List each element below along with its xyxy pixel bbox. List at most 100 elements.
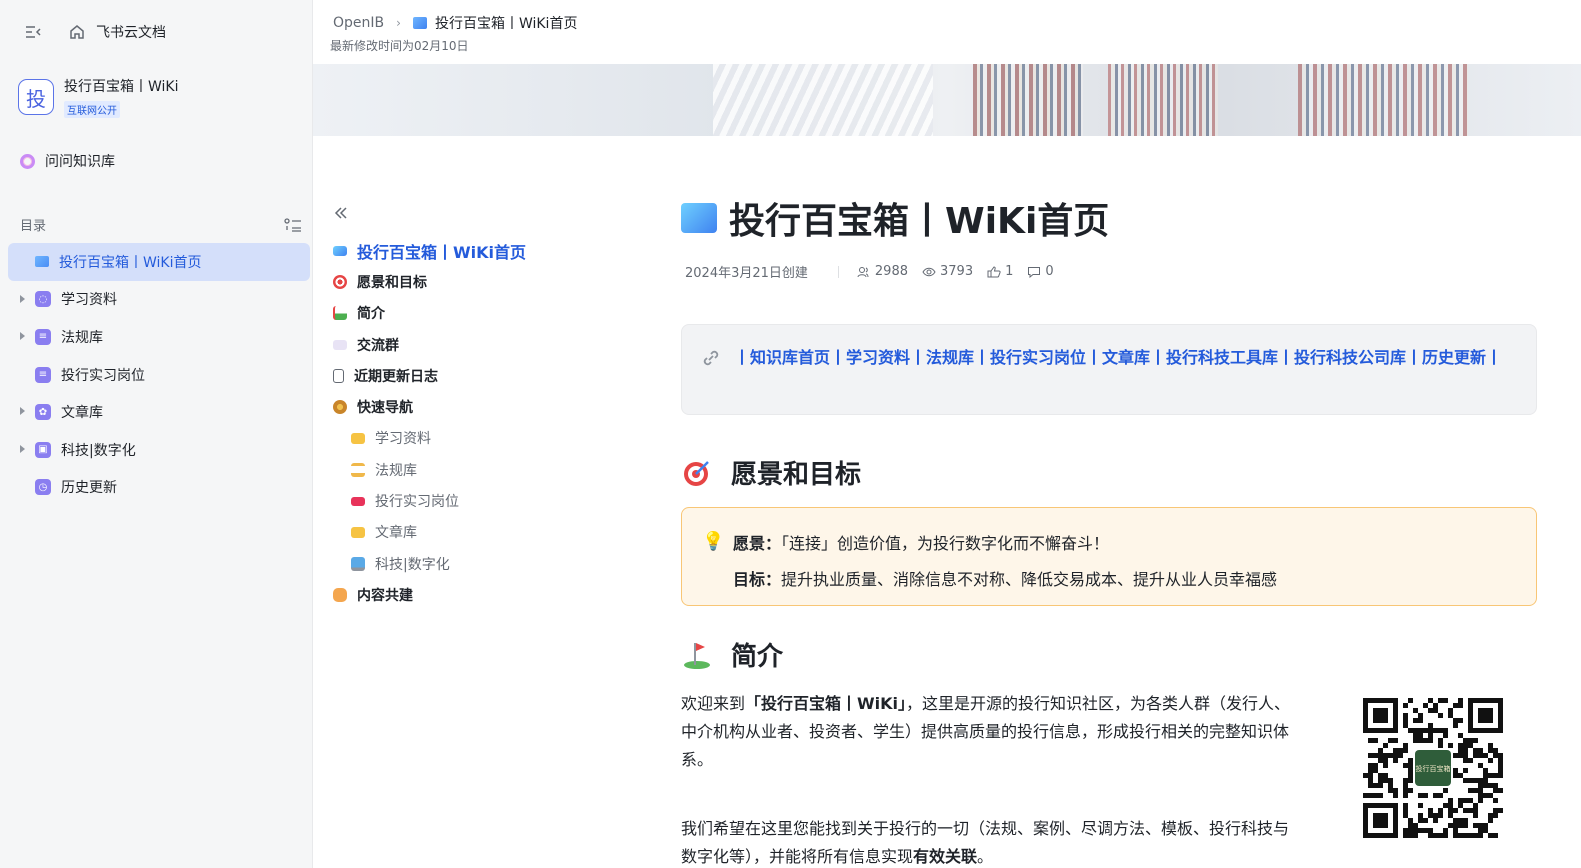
outline-label: 交流群	[357, 337, 399, 354]
document-icon: ≡	[35, 328, 51, 345]
map-icon	[412, 17, 427, 29]
sidebar-item-study[interactable]: ◌ 学习资料	[8, 281, 310, 319]
outline-item[interactable]: 近期更新日志	[333, 360, 633, 391]
views-count: 3793	[940, 264, 974, 279]
vision-callout: 💡 愿景：「连接」创造价值，为投行数字化而不懈奋斗！ 目标：提升执业质量、消除信…	[681, 507, 1537, 606]
outline-item[interactable]: 法规库	[333, 454, 633, 485]
home-icon[interactable]	[68, 23, 86, 41]
expand-arrow-icon[interactable]	[20, 332, 25, 341]
outline-item[interactable]: 投行实习岗位	[333, 485, 633, 516]
space-name: 投行百宝箱丨WiKi	[64, 79, 179, 95]
clock-icon: ◷	[35, 479, 51, 496]
sidebar-item-label: 投行实习岗位	[61, 367, 145, 384]
folder-icon	[351, 432, 365, 444]
expand-arrow-icon[interactable]	[20, 444, 25, 453]
vision-text: 「连接」创造价值，为投行数字化而不懈奋斗！	[781, 534, 1110, 553]
expand-arrow-icon[interactable]	[20, 407, 25, 416]
goal-text: 提升执业质量、消除信息不对称、降低交易成本、提升从业人员幸福感	[781, 570, 1278, 589]
sidebar-item-home[interactable]: 投行百宝箱丨WiKi首页	[8, 243, 310, 281]
vision-line: 愿景：「连接」创造价值，为投行数字化而不懈奋斗！	[733, 530, 1109, 554]
folder-icon	[351, 526, 365, 538]
outline-label: 快速导航	[357, 400, 413, 417]
space-avatar: 投	[18, 79, 54, 115]
sidebar-item-label: 学习资料	[61, 292, 117, 309]
sidebar-item-tech[interactable]: ▣ 科技|数字化	[8, 431, 310, 469]
list-view-icon[interactable]	[284, 217, 302, 233]
brand-link[interactable]: 飞书云文档	[96, 22, 166, 42]
stairs-graphic	[713, 64, 933, 136]
document-icon: ≡	[35, 366, 51, 383]
sidebar-item-label: 科技|数字化	[61, 442, 136, 459]
comment-icon	[1028, 266, 1041, 278]
likes-stat[interactable]: 1	[987, 264, 1013, 279]
qr-logo-text: 投行百宝箱	[1416, 764, 1451, 773]
page-title: 投行百宝箱丨WiKi首页	[681, 192, 1109, 244]
space-card[interactable]: 投 投行百宝箱丨WiKi 互联网公开	[18, 76, 179, 118]
last-modified: 最新修改时间为02月10日	[330, 39, 469, 53]
breadcrumb-root[interactable]: OpenIB	[333, 15, 384, 31]
space-visibility-badge: 互联网公开	[64, 101, 120, 118]
intro-text: 。	[977, 847, 994, 866]
outline-item[interactable]: 内容共建	[333, 579, 633, 610]
toc-header: 目录	[20, 215, 302, 234]
flower-icon: ✿	[35, 404, 51, 421]
compass-icon	[333, 400, 347, 415]
page-title-text: 投行百宝箱丨WiKi首页	[729, 201, 1110, 242]
outline-label: 投行实习岗位	[375, 494, 459, 511]
map-icon	[333, 245, 347, 256]
ask-knowledge-base-button[interactable]: 问问知识库	[20, 151, 115, 171]
sidebar-item-history[interactable]: ◷ 历史更新	[8, 469, 310, 507]
outline-label: 愿景和目标	[357, 274, 427, 291]
calendar-icon	[333, 368, 344, 383]
intro-paragraph: 欢迎来到「投行百宝箱丨WiKi」，这里是开源的投行知识社区，为各类人群（发行人、…	[681, 690, 1301, 774]
readers-stat[interactable]: 2988	[857, 264, 908, 279]
outline-item[interactable]: 学习资料	[333, 423, 633, 454]
quick-links[interactable]: 丨知识库首页丨学习资料丨法规库丨投行实习岗位丨文章库丨投行科技工具库丨投行科技公…	[734, 344, 1524, 372]
doc-meta: 2024年3月21日创建 2988 3793 1 0	[685, 262, 1068, 281]
bulb-icon: ◌	[35, 291, 51, 308]
outline-item[interactable]: 愿景和目标	[333, 266, 633, 297]
scales-icon	[351, 462, 365, 477]
chevron-right-icon: ›	[396, 16, 401, 30]
sidebar-item-label: 投行百宝箱丨WiKi首页	[59, 254, 202, 271]
vision-label: 愿景：	[733, 534, 782, 553]
chat-icon	[333, 339, 347, 350]
outline-item[interactable]: 简介	[333, 298, 633, 329]
views-stat[interactable]: 3793	[922, 264, 973, 279]
outline-label: 科技|数字化	[375, 556, 450, 573]
outline-label: 文章库	[375, 525, 417, 542]
breadcrumb-current[interactable]: 投行百宝箱丨WiKi首页	[435, 13, 578, 33]
outline-item[interactable]: 科技|数字化	[333, 548, 633, 579]
map-icon	[35, 256, 49, 268]
sidebar-item-internships[interactable]: ≡ 投行实习岗位	[8, 356, 310, 394]
sidebar: 飞书云文档 投 投行百宝箱丨WiKi 互联网公开 问问知识库 目录 投行百宝箱丨…	[0, 0, 313, 868]
outline-item[interactable]: 交流群	[333, 329, 633, 360]
heading-vision: 愿景和目标	[681, 454, 861, 491]
target-icon	[333, 274, 347, 289]
sidebar-item-laws[interactable]: ≡ 法规库	[8, 318, 310, 356]
expand-arrow-icon[interactable]	[20, 294, 25, 303]
collapse-outline-icon[interactable]	[333, 205, 349, 221]
intro-text: 欢迎来到	[681, 694, 746, 713]
comments-stat[interactable]: 0	[1027, 264, 1054, 279]
golf-flag-icon	[684, 642, 710, 669]
target-icon	[684, 460, 709, 486]
toc-label: 目录	[20, 219, 47, 234]
sidebar-item-articles[interactable]: ✿ 文章库	[8, 393, 310, 431]
meta-divider	[837, 265, 839, 278]
outline-label: 内容共建	[357, 587, 413, 604]
map-icon	[681, 203, 717, 233]
outline-label: 学习资料	[375, 431, 431, 448]
bookshelf-graphic	[1298, 64, 1468, 136]
created-date: 2024年3月21日创建	[685, 266, 808, 281]
outline-label: 投行百宝箱丨WiKi首页	[357, 242, 527, 262]
outline-item[interactable]: 投行百宝箱丨WiKi首页	[333, 235, 633, 266]
collapse-sidebar-icon[interactable]	[24, 23, 42, 41]
thumbs-up-icon	[987, 265, 1001, 277]
likes-count: 1	[1005, 264, 1014, 279]
outline-item[interactable]: 文章库	[333, 517, 633, 548]
doc-header: OpenIB › 投行百宝箱丨WiKi首页 最新修改时间为02月10日	[313, 0, 1581, 64]
qr-code-image: 投行百宝箱	[1363, 698, 1503, 838]
outline-item[interactable]: 快速导航	[333, 391, 633, 422]
outline-label: 简介	[357, 306, 385, 323]
